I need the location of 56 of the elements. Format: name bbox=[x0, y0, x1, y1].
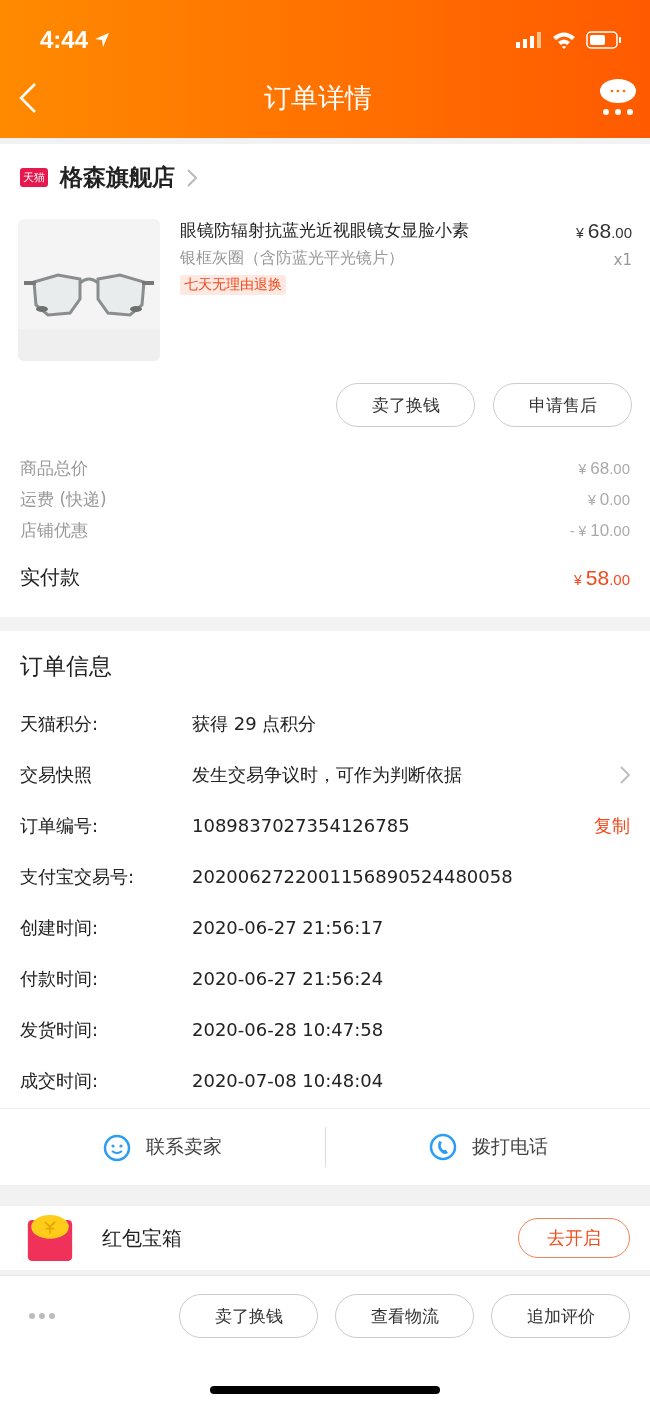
info-label: 发货时间: bbox=[20, 1017, 100, 1042]
product-price: ¥ 68.00 bbox=[576, 219, 632, 243]
location-arrow-icon bbox=[94, 32, 111, 48]
chevron-right-icon[interactable] bbox=[620, 765, 630, 784]
page-title: 订单详情 bbox=[264, 81, 372, 115]
contact-button[interactable]: 拨打电话 bbox=[325, 1131, 650, 1163]
info-label: 订单编号: bbox=[20, 813, 100, 838]
info-label: 交易快照 bbox=[20, 762, 93, 787]
more-icon[interactable] bbox=[598, 78, 638, 118]
info-value: 2020-07-08 10:48:04 bbox=[192, 1070, 385, 1091]
battery-icon bbox=[586, 31, 622, 49]
info-value: 发生交易争议时，可作为判断依据 bbox=[192, 762, 463, 787]
product-variant: 银框灰圈（含防蓝光平光镜片） bbox=[180, 248, 405, 269]
product-quantity: x1 bbox=[613, 251, 632, 269]
store-badge: 天猫 bbox=[20, 168, 48, 187]
cost-amount: - ¥ 10.00 bbox=[569, 520, 630, 541]
info-value: 获得 29 点积分 bbox=[192, 711, 318, 736]
info-label: 付款时间: bbox=[20, 966, 100, 991]
cost-label: 店铺优惠 bbox=[20, 519, 88, 542]
more-icon[interactable] bbox=[28, 1312, 56, 1320]
total-amount: ¥ 58.00 bbox=[574, 565, 630, 590]
gift-box-title: 红包宝箱 bbox=[102, 1224, 183, 1252]
open-button[interactable]: 去开启 bbox=[518, 1218, 630, 1258]
section-title: 订单信息 bbox=[19, 652, 113, 681]
total-label: 实付款 bbox=[20, 564, 80, 591]
info-value: 2020-06-28 10:47:58 bbox=[192, 1019, 385, 1040]
action-button[interactable]: 申请售后 bbox=[493, 383, 632, 427]
info-value: 2020062722001156890524480058 bbox=[192, 866, 514, 887]
contact-button[interactable]: 联系卖家 bbox=[0, 1131, 325, 1163]
cost-label: 商品总价 bbox=[20, 457, 88, 480]
action-button[interactable]: 查看物流 bbox=[335, 1294, 474, 1338]
status-time: 4:44 bbox=[40, 26, 89, 54]
info-label: 天猫积分: bbox=[20, 711, 100, 736]
store-name[interactable]: 格森旗舰店 bbox=[60, 162, 175, 193]
cost-amount: ¥ 0.00 bbox=[587, 489, 630, 510]
back-icon[interactable] bbox=[18, 82, 38, 114]
cost-label: 运费 (快递) bbox=[20, 488, 107, 511]
chevron-right-icon[interactable] bbox=[187, 168, 197, 187]
info-label: 创建时间: bbox=[20, 915, 100, 940]
product-title[interactable]: 眼镜防辐射抗蓝光近视眼镜女显脸小素 bbox=[180, 219, 556, 242]
action-button[interactable]: 卖了换钱 bbox=[336, 383, 475, 427]
action-button[interactable]: 追加评价 bbox=[491, 1294, 630, 1338]
return-policy-tag: 七天无理由退换 bbox=[180, 275, 286, 295]
wifi-icon bbox=[552, 31, 576, 49]
action-button[interactable]: 卖了换钱 bbox=[179, 1294, 318, 1338]
info-value: 2020-06-27 21:56:24 bbox=[192, 968, 385, 989]
info-label: 成交时间: bbox=[20, 1068, 100, 1093]
signal-icon bbox=[516, 32, 542, 48]
info-value: 2020-06-27 21:56:17 bbox=[192, 917, 385, 938]
copy-link[interactable]: 复制 bbox=[594, 813, 630, 838]
cost-amount: ¥ 68.00 bbox=[578, 458, 630, 479]
info-value: 1089837027354126785 bbox=[192, 815, 411, 836]
phone-icon bbox=[427, 1132, 458, 1162]
info-label: 支付宝交易号: bbox=[20, 864, 136, 889]
envelope-icon bbox=[26, 1215, 74, 1261]
smiley-icon bbox=[102, 1132, 133, 1162]
